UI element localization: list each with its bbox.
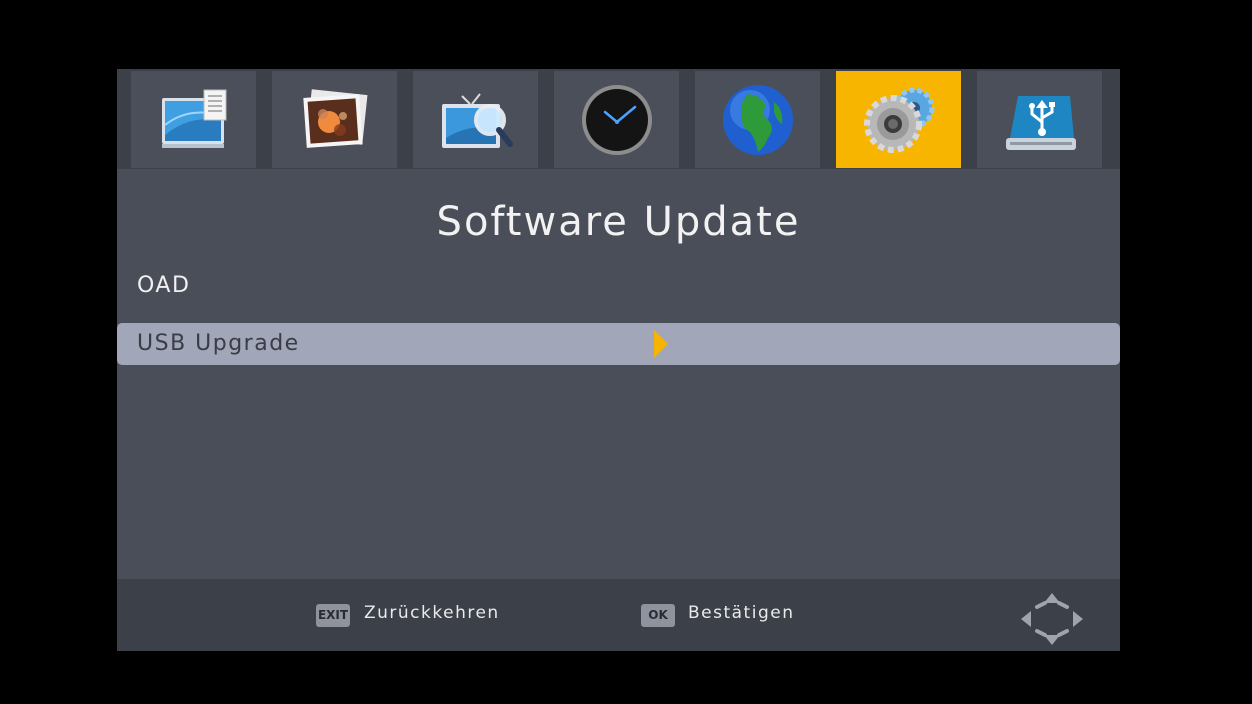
- tab-time[interactable]: [554, 71, 679, 168]
- tab-usb[interactable]: [977, 71, 1102, 168]
- screen: Software Update OAD USB Upgrade EXIT Zur…: [0, 0, 1252, 704]
- usb-drive-icon: [1005, 95, 1076, 150]
- tab-channel-search[interactable]: [413, 71, 538, 168]
- tab-display[interactable]: [131, 71, 256, 168]
- menu-item-label: OAD: [137, 273, 191, 298]
- settings-panel: Software Update OAD USB Upgrade EXIT Zur…: [117, 69, 1120, 651]
- exit-key-badge: EXIT: [316, 604, 350, 627]
- footer-help-bar: EXIT Zurückkehren OK Bestätigen: [117, 579, 1120, 651]
- globe-icon: [722, 84, 793, 155]
- gears-icon: [863, 87, 934, 153]
- menu-item-label: USB Upgrade: [137, 331, 300, 356]
- tab-system[interactable]: [836, 71, 961, 168]
- ok-key-badge: OK: [641, 604, 675, 627]
- dpad-navigation-icon: [1021, 593, 1083, 645]
- tab-language[interactable]: [695, 71, 820, 168]
- exit-hint-label: Zurückkehren: [364, 603, 500, 623]
- tab-picture[interactable]: [272, 71, 397, 168]
- submenu-arrow-icon: [654, 330, 668, 358]
- photo-icon: [302, 88, 367, 148]
- menu-item-usb-upgrade[interactable]: USB Upgrade: [117, 323, 1120, 365]
- page-title: Software Update: [436, 199, 801, 245]
- menu-item-oad[interactable]: OAD: [117, 265, 1120, 307]
- menu-tab-bar: [117, 69, 1120, 169]
- clock-icon: [581, 84, 652, 155]
- tv-search-icon: [441, 92, 513, 148]
- screen-document-icon: [161, 89, 226, 148]
- ok-hint-label: Bestätigen: [688, 603, 795, 623]
